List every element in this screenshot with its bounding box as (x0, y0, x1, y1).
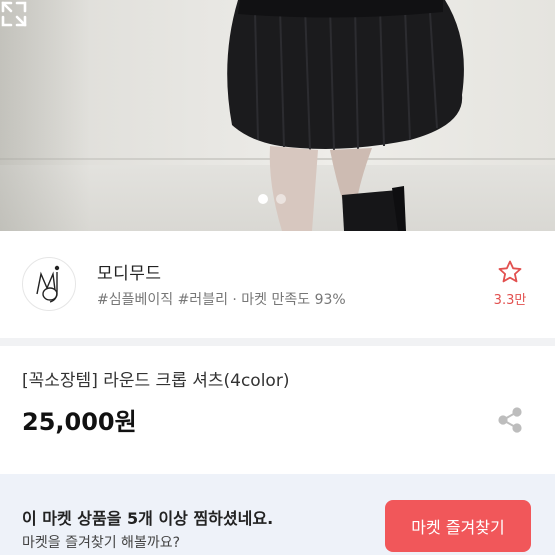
shop-favorite-button[interactable]: 3.3만 (488, 259, 532, 308)
product-price: 25,000원 (22, 408, 137, 436)
shop-logo-mark (36, 265, 60, 303)
shop-row[interactable]: 모디무드 #심플베이직 #러블리 · 마켓 만족도 93% 3.3만 (0, 231, 555, 338)
favorite-count: 3.3만 (493, 293, 527, 308)
section-divider (0, 338, 555, 346)
share-icon[interactable] (497, 407, 523, 433)
star-icon[interactable] (497, 259, 523, 285)
favorite-suggestion-banner: 이 마켓 상품을 5개 이상 찜하셨네요. 마켓을 즐겨찾기 해볼까요? 마켓 … (0, 474, 555, 555)
expand-icon[interactable] (0, 0, 28, 28)
product-title: [꼭소장템] 라운드 크롭 셔츠(4color) (22, 371, 290, 391)
carousel-dot-active[interactable] (258, 194, 268, 204)
product-image[interactable] (0, 0, 555, 231)
shop-logo[interactable] (22, 257, 76, 311)
banner-subtext: 마켓을 즐겨찾기 해볼까요? (22, 535, 181, 551)
carousel-dots[interactable] (258, 194, 286, 204)
shop-tags: #심플베이직 #러블리 · 마켓 만족도 93% (97, 292, 346, 308)
market-favorite-button[interactable]: 마켓 즐겨찾기 (385, 500, 531, 552)
banner-headline: 이 마켓 상품을 5개 이상 찜하셨네요. (22, 509, 274, 528)
carousel-dot[interactable] (276, 194, 286, 204)
shop-name[interactable]: 모디무드 (97, 259, 162, 284)
